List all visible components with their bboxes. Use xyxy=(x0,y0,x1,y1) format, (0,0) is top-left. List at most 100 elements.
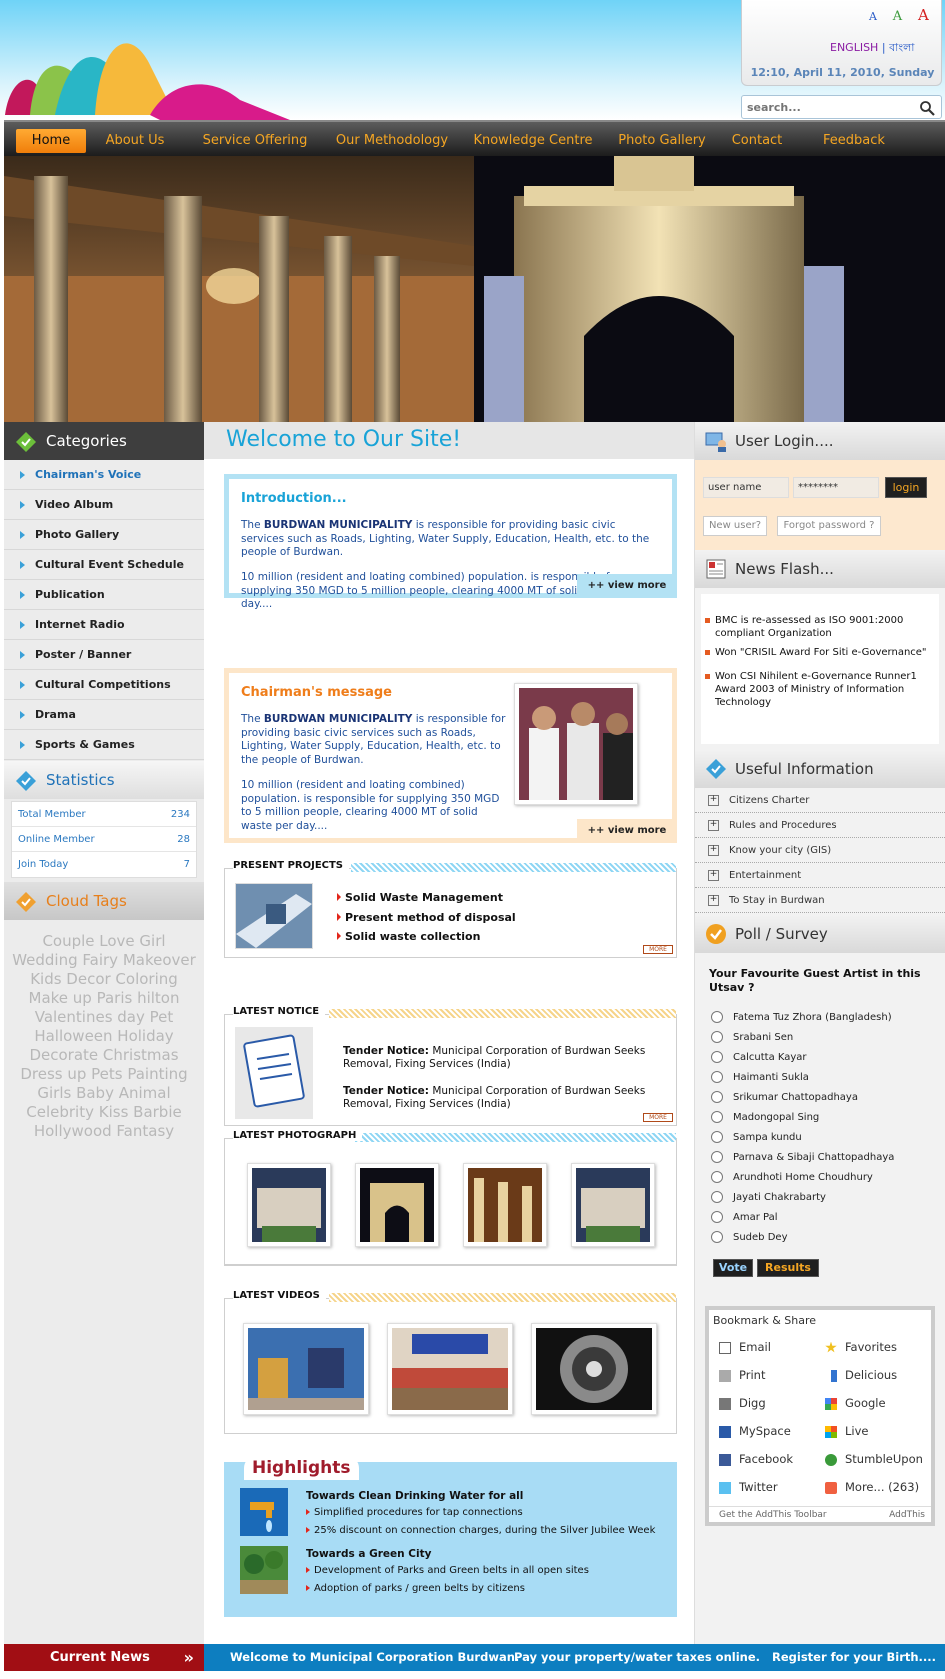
projects-more-button[interactable]: MORE xyxy=(643,945,673,954)
radio-button[interactable] xyxy=(711,1191,723,1203)
share-myspace[interactable]: MySpace xyxy=(719,1424,791,1438)
login-button[interactable]: login xyxy=(885,477,927,498)
category-video-album[interactable]: Video Album xyxy=(4,490,204,520)
poll-option[interactable]: Arundhoti Home Choudhury xyxy=(711,1171,873,1185)
tag-cloud[interactable]: Couple Love Girl Wedding Fairy Makeover … xyxy=(4,920,204,1153)
poll-option[interactable]: Srikumar Chattopadhaya xyxy=(711,1091,858,1105)
radio-button[interactable] xyxy=(711,1051,723,1063)
font-normal-button[interactable]: A xyxy=(893,9,902,24)
photo-thumbnail[interactable] xyxy=(463,1163,547,1247)
category-publication[interactable]: Publication xyxy=(4,580,204,610)
addthis-link[interactable]: AddThis xyxy=(889,1507,925,1523)
category-cultural-competitions[interactable]: Cultural Competitions xyxy=(4,670,204,700)
video-thumbnail[interactable] xyxy=(387,1323,513,1415)
useful-item[interactable]: Citizens Charter xyxy=(695,788,945,813)
nav-about-us[interactable]: About Us xyxy=(100,129,170,153)
radio-button[interactable] xyxy=(711,1171,723,1183)
font-increase-button[interactable]: A xyxy=(918,6,929,24)
useful-item[interactable]: To Stay in Burdwan xyxy=(695,888,945,913)
ticker-item[interactable]: Welcome to Municipal Corporation Burdwan… xyxy=(230,1644,519,1671)
lang-english-link[interactable]: ENGLISH xyxy=(830,41,878,54)
nav-our-methodology[interactable]: Our Methodology xyxy=(332,129,452,153)
poll-option[interactable]: Sudeb Dey xyxy=(711,1231,787,1245)
font-decrease-button[interactable]: A xyxy=(869,10,877,23)
video-thumbnail[interactable] xyxy=(531,1323,657,1415)
username-input[interactable]: user name xyxy=(703,477,789,498)
new-user-link[interactable]: New user? xyxy=(703,516,767,536)
nav-feedback[interactable]: Feedback xyxy=(804,129,904,153)
search-input[interactable] xyxy=(742,96,912,118)
ticker-item[interactable]: Register for your Birth.... xyxy=(772,1644,936,1671)
category-sports-games[interactable]: Sports & Games xyxy=(4,730,204,760)
useful-item[interactable]: Know your city (GIS) xyxy=(695,838,945,863)
share-stumbleupon[interactable]: StumbleUpon xyxy=(825,1452,923,1466)
share-twitter[interactable]: Twitter xyxy=(719,1480,778,1494)
poll-option[interactable]: Srabani Sen xyxy=(711,1031,793,1045)
photo-thumbnail[interactable] xyxy=(355,1163,439,1247)
project-item[interactable]: Solid waste collection xyxy=(337,930,480,943)
forgot-password-link[interactable]: Forgot password ? xyxy=(777,516,881,536)
intro-view-more-link[interactable]: ++ view more xyxy=(577,574,677,598)
radio-button[interactable] xyxy=(711,1091,723,1103)
addthis-toolbar-link[interactable]: Get the AddThis Toolbar xyxy=(719,1510,827,1520)
share-google[interactable]: Google xyxy=(825,1396,886,1410)
nav-photo-gallery[interactable]: Photo Gallery xyxy=(612,129,712,153)
poll-option[interactable]: Sampa kundu xyxy=(711,1131,802,1145)
useful-item[interactable]: Rules and Procedures xyxy=(695,813,945,838)
project-item[interactable]: Present method of disposal xyxy=(337,911,516,924)
useful-item[interactable]: Entertainment xyxy=(695,863,945,888)
nav-contact[interactable]: Contact xyxy=(726,129,788,153)
poll-option[interactable]: Calcutta Kayar xyxy=(711,1051,807,1065)
highlight-heading[interactable]: Towards Clean Drinking Water for all xyxy=(306,1490,523,1502)
news-item[interactable]: BMC is re-assessed as ISO 9001:2000 comp… xyxy=(705,614,933,640)
nav-service-offering[interactable]: Service Offering xyxy=(200,129,310,153)
lang-bangla-link[interactable]: বাংলা xyxy=(889,41,914,54)
highlight-heading[interactable]: Towards a Green City xyxy=(306,1548,431,1560)
share-favorites[interactable]: Favorites xyxy=(825,1340,897,1354)
photo-thumbnail[interactable] xyxy=(247,1163,331,1247)
nav-home[interactable]: Home xyxy=(16,129,86,153)
radio-button[interactable] xyxy=(711,1131,723,1143)
category-internet-radio[interactable]: Internet Radio xyxy=(4,610,204,640)
share-email[interactable]: Email xyxy=(719,1340,771,1354)
category-chairmans-voice[interactable]: Chairman's Voice xyxy=(4,460,204,490)
share-delicious[interactable]: Delicious xyxy=(825,1368,897,1382)
chairman-photo[interactable] xyxy=(514,683,638,805)
video-thumbnail[interactable] xyxy=(243,1323,369,1415)
poll-option[interactable]: Madongopal Sing xyxy=(711,1111,819,1125)
poll-option[interactable]: Jayati Chakrabarty xyxy=(711,1191,826,1205)
category-cultural-event-schedule[interactable]: Cultural Event Schedule xyxy=(4,550,204,580)
radio-button[interactable] xyxy=(711,1151,723,1163)
notice-more-button[interactable]: MORE xyxy=(643,1113,673,1122)
radio-button[interactable] xyxy=(711,1011,723,1023)
nav-knowledge-centre[interactable]: Knowledge Centre xyxy=(470,129,596,153)
results-button[interactable]: Results xyxy=(757,1259,819,1277)
share-digg[interactable]: Digg xyxy=(719,1396,766,1410)
password-input[interactable]: ******** xyxy=(793,477,879,498)
radio-button[interactable] xyxy=(711,1111,723,1123)
category-drama[interactable]: Drama xyxy=(4,700,204,730)
search-icon[interactable] xyxy=(919,100,935,116)
radio-button[interactable] xyxy=(711,1231,723,1243)
category-poster-banner[interactable]: Poster / Banner xyxy=(4,640,204,670)
ticker-item[interactable]: Pay your property/water taxes online. xyxy=(514,1644,760,1671)
share-more[interactable]: More... (263) xyxy=(825,1480,919,1494)
poll-option[interactable]: Amar Pal xyxy=(711,1211,778,1225)
share-facebook[interactable]: Facebook xyxy=(719,1452,793,1466)
poll-option[interactable]: Fatema Tuz Zhora (Bangladesh) xyxy=(711,1011,892,1025)
notice-item[interactable]: Tender Notice: Municipal Corporation of … xyxy=(343,1045,668,1071)
news-item[interactable]: Won CSI Nihilent e-Governance Runner1 Aw… xyxy=(705,670,933,709)
share-print[interactable]: Print xyxy=(719,1368,765,1382)
radio-button[interactable] xyxy=(711,1211,723,1223)
poll-option[interactable]: Parnava & Sibaji Chattopadhaya xyxy=(711,1151,894,1165)
radio-button[interactable] xyxy=(711,1071,723,1083)
poll-option[interactable]: Haimanti Sukla xyxy=(711,1071,809,1085)
project-item[interactable]: Solid Waste Management xyxy=(337,891,503,904)
notice-item[interactable]: Tender Notice: Municipal Corporation of … xyxy=(343,1085,668,1111)
category-photo-gallery[interactable]: Photo Gallery xyxy=(4,520,204,550)
vote-button[interactable]: Vote xyxy=(713,1259,753,1277)
news-item[interactable]: Won "CRISIL Award For Siti e-Governance" xyxy=(705,646,933,659)
radio-button[interactable] xyxy=(711,1031,723,1043)
photo-thumbnail[interactable] xyxy=(571,1163,655,1247)
chairman-view-more-link[interactable]: ++ view more xyxy=(577,819,677,843)
